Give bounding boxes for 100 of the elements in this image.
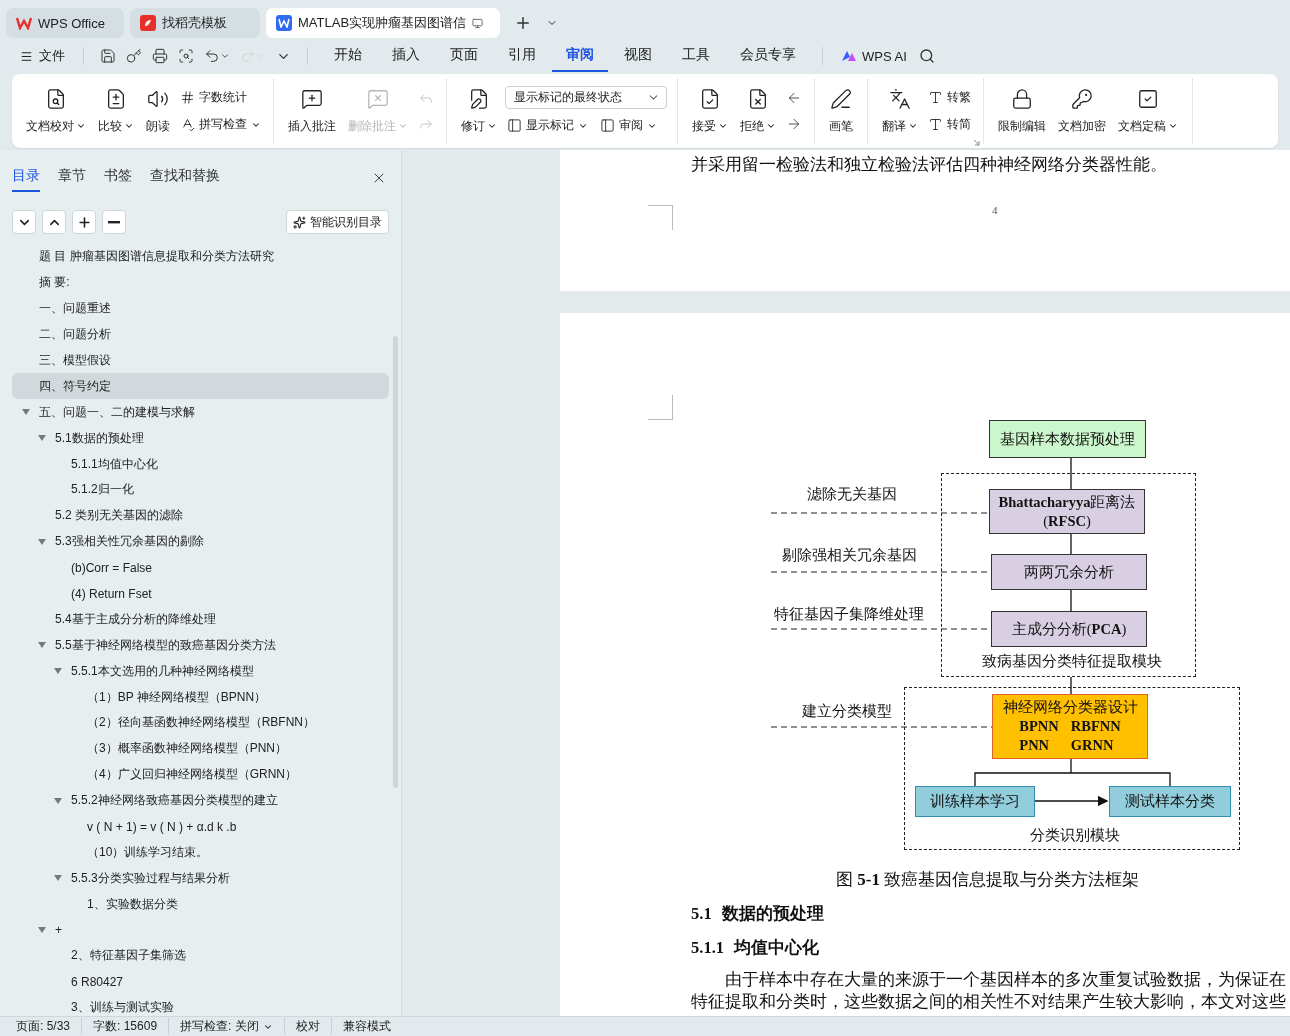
dialog-launcher-icon[interactable] bbox=[973, 139, 980, 146]
flow-box: Bhattacharyya距离法(RFSC) bbox=[989, 489, 1145, 534]
outline-item[interactable]: 三、模型假设 bbox=[12, 347, 389, 374]
file-menu[interactable]: 文件 bbox=[14, 43, 71, 69]
ribbon-button[interactable]: 转繁 bbox=[926, 87, 973, 108]
panel-tab[interactable]: 书签 bbox=[104, 164, 132, 192]
flow-box: 训练样本学习 bbox=[915, 786, 1035, 817]
panel-tab[interactable]: 章节 bbox=[58, 164, 86, 192]
ribbon-button[interactable]: 拒绝 bbox=[736, 83, 780, 139]
outline-item[interactable]: 五、问题一、二的建模与求解 bbox=[12, 399, 389, 426]
smart-outline-button[interactable]: 智能识别目录 bbox=[286, 210, 389, 234]
outline-item[interactable]: （1）BP 神经网络模型（BPNN） bbox=[12, 684, 389, 711]
add-button[interactable] bbox=[72, 210, 96, 234]
ribbon-tab[interactable]: 审阅 bbox=[552, 40, 608, 72]
ribbon-tab[interactable]: 插入 bbox=[378, 40, 434, 72]
outline-item[interactable]: 1、实验数据分类 bbox=[12, 891, 389, 918]
document-check-icon bbox=[45, 87, 67, 110]
outline-item[interactable]: （10）训练学习结束。 bbox=[12, 839, 389, 866]
ribbon-tab[interactable]: 视图 bbox=[610, 40, 666, 72]
document-tab[interactable]: 找稻壳模板 bbox=[130, 8, 260, 38]
outline-item[interactable]: 5.5.2神经网络致癌基因分类模型的建立 bbox=[12, 787, 389, 814]
spell-check-toggle[interactable]: 拼写检查: 关闭 bbox=[169, 1018, 285, 1035]
ribbon-tab[interactable]: 开始 bbox=[320, 40, 376, 72]
markup-dropdown[interactable]: 显示标记的最终状态 bbox=[505, 86, 667, 109]
connector-line bbox=[1070, 457, 1072, 490]
ribbon-button[interactable]: 审阅 bbox=[598, 115, 659, 136]
document-tab[interactable]: WPS Office bbox=[6, 8, 124, 38]
ribbon-button[interactable]: 修订 bbox=[457, 83, 501, 139]
step-label: 特征基因子集降维处理 bbox=[774, 605, 924, 624]
outline-item[interactable]: (4) Return Fset bbox=[12, 580, 389, 607]
ribbon-button[interactable]: 显示标记 bbox=[505, 115, 590, 136]
panel-tab[interactable]: 目录 bbox=[12, 164, 40, 192]
outline-item[interactable]: + bbox=[12, 917, 389, 944]
outline-item[interactable]: 6 R80427 bbox=[12, 968, 389, 995]
reject-icon bbox=[747, 87, 769, 110]
proofread-button[interactable]: 校对 bbox=[284, 1018, 332, 1035]
collapse-button[interactable] bbox=[42, 210, 66, 234]
outline-item[interactable]: 5.2 类别无关基因的滤除 bbox=[12, 502, 389, 529]
ribbon-button[interactable]: 文档校对 bbox=[22, 83, 90, 139]
step-label: 剔除强相关冗余基因 bbox=[782, 546, 917, 565]
remove-button[interactable] bbox=[102, 210, 126, 234]
track-changes-icon bbox=[468, 87, 490, 110]
ribbon-button[interactable]: 插入批注 bbox=[284, 83, 340, 139]
module-label: 分类识别模块 bbox=[1030, 826, 1120, 845]
ribbon-button[interactable]: 接受 bbox=[688, 83, 732, 139]
outline-item[interactable]: 一、问题重述 bbox=[12, 295, 389, 322]
outline-item[interactable]: 5.5.1本文选用的几种神经网络模型 bbox=[12, 658, 389, 685]
outline-item[interactable]: 5.3强相关性冗余基因的剔除 bbox=[12, 528, 389, 555]
ai-logo-icon bbox=[841, 50, 857, 62]
ribbon-button[interactable]: 限制编辑 bbox=[994, 83, 1050, 139]
outline-item[interactable]: 四、符号约定 bbox=[12, 373, 389, 400]
flow-box: 神经网络分类器设计 BPNN RBFNN PNN GRNN bbox=[992, 694, 1148, 759]
outline-item[interactable]: 5.5基于神经网络模型的致癌基因分类方法 bbox=[12, 632, 389, 659]
outline-item[interactable]: (b)Corr = False bbox=[12, 554, 389, 581]
step-label: 建立分类模型 bbox=[802, 702, 892, 721]
ai-button[interactable]: WPS AI bbox=[835, 44, 913, 68]
outline-item[interactable]: 题 目 肿瘤基因图谱信息提取和分类方法研究 bbox=[12, 244, 389, 270]
page-count: 页面: 5/33 bbox=[14, 1018, 83, 1035]
outline-item[interactable]: 5.1.2归一化 bbox=[12, 477, 389, 503]
ribbon-button[interactable]: 转简 bbox=[926, 114, 973, 135]
outline-item[interactable]: （2）径向基函数神经网络模型（RBFNN） bbox=[12, 710, 389, 736]
ribbon-tab[interactable]: 会员专享 bbox=[726, 40, 810, 72]
section-heading: 5.1.1 均值中心化 bbox=[691, 937, 820, 959]
ribbon-button[interactable]: 画笔 bbox=[825, 83, 857, 139]
caret-icon bbox=[487, 121, 497, 131]
document-tab[interactable]: MATLAB实现肿瘤基因图谱信 bbox=[266, 8, 500, 38]
previous-change-icon bbox=[786, 90, 802, 106]
page-corner-mark bbox=[648, 395, 673, 420]
ribbon-button[interactable]: 文档定稿 bbox=[1114, 83, 1182, 139]
caret-icon bbox=[124, 121, 134, 131]
outline-item[interactable]: 二、问题分析 bbox=[12, 321, 389, 348]
ribbon-button[interactable]: 文档加密 bbox=[1054, 83, 1110, 139]
outline-item[interactable]: 5.4基于主成分分析的降维处理 bbox=[12, 606, 389, 633]
ribbon-button[interactable]: 字数统计 bbox=[178, 87, 249, 108]
outline-item[interactable]: 5.5.3分类实验过程与结果分析 bbox=[12, 865, 389, 892]
ribbon-tab[interactable]: 工具 bbox=[668, 40, 724, 72]
panel-tab[interactable]: 查找和替换 bbox=[150, 164, 220, 192]
ribbon-button[interactable]: 朗读 bbox=[142, 83, 174, 139]
document-icon bbox=[276, 15, 292, 31]
figure-caption: 图 5-1 致癌基因信息提取与分类方法框架 bbox=[836, 869, 1141, 891]
markup-icon bbox=[507, 118, 522, 133]
ribbon-tab[interactable]: 页面 bbox=[436, 40, 492, 72]
outline-item[interactable]: 3、训练与测试实验 bbox=[12, 994, 389, 1016]
ribbon-button[interactable]: 拼写检查 bbox=[178, 114, 263, 135]
page-corner-mark bbox=[648, 205, 673, 230]
outline-item[interactable]: 2、特征基因子集筛选 bbox=[12, 943, 389, 969]
expand-button[interactable] bbox=[12, 210, 36, 234]
outline-item[interactable]: v ( N + 1) = v ( N ) + α.d k .b bbox=[12, 813, 389, 840]
caret-icon bbox=[76, 121, 86, 131]
caret-icon bbox=[1168, 121, 1178, 131]
outline-item[interactable]: 摘 要: bbox=[12, 269, 389, 296]
ribbon-button[interactable]: 比较 bbox=[94, 83, 138, 139]
outline-item[interactable]: （4）广义回归神经网络模型（GRNN） bbox=[12, 761, 389, 788]
scrollbar[interactable] bbox=[393, 336, 398, 788]
ribbon-button[interactable]: 翻译 bbox=[878, 83, 922, 139]
outline-item[interactable]: （3）概率函数神经网络模型（PNN） bbox=[12, 735, 389, 762]
compatibility-mode: 兼容模式 bbox=[341, 1018, 392, 1035]
outline-item[interactable]: 5.1数据的预处理 bbox=[12, 425, 389, 452]
ribbon-tab[interactable]: 引用 bbox=[494, 40, 550, 72]
outline-item[interactable]: 5.1.1均值中心化 bbox=[12, 451, 389, 477]
